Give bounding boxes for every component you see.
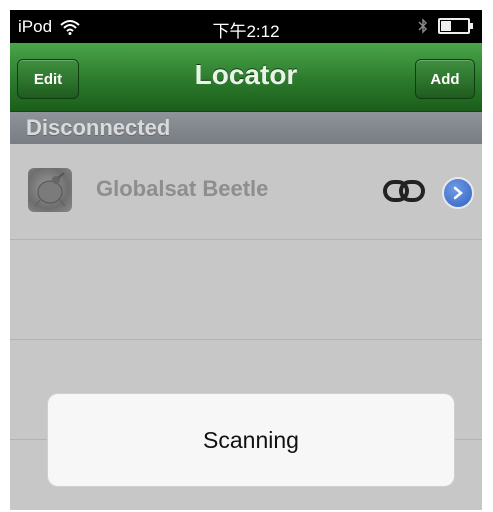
scanning-toast: Scanning	[48, 394, 454, 486]
disclosure-arrow-icon[interactable]	[442, 177, 474, 209]
device-row[interactable]: Globalsat Beetle	[10, 144, 482, 240]
device-name: Globalsat Beetle	[96, 176, 269, 201]
toast-message: Scanning	[203, 426, 299, 453]
page-title: Locator	[194, 59, 298, 90]
bluetooth-icon	[418, 18, 428, 34]
beetle-device-icon	[28, 168, 72, 212]
navigation-bar: Edit Locator Add	[10, 43, 482, 112]
status-bar: iPod 下午2:12	[10, 10, 482, 43]
status-time: 下午2:12	[212, 22, 280, 41]
section-header-disconnected: Disconnected	[10, 112, 482, 144]
phone-screen: iPod 下午2:12 Edit Locator Add Disconnecte…	[10, 10, 482, 510]
link-icon[interactable]	[382, 178, 426, 204]
battery-icon	[438, 18, 473, 34]
empty-row	[10, 240, 482, 340]
add-button[interactable]: Add	[415, 59, 475, 99]
